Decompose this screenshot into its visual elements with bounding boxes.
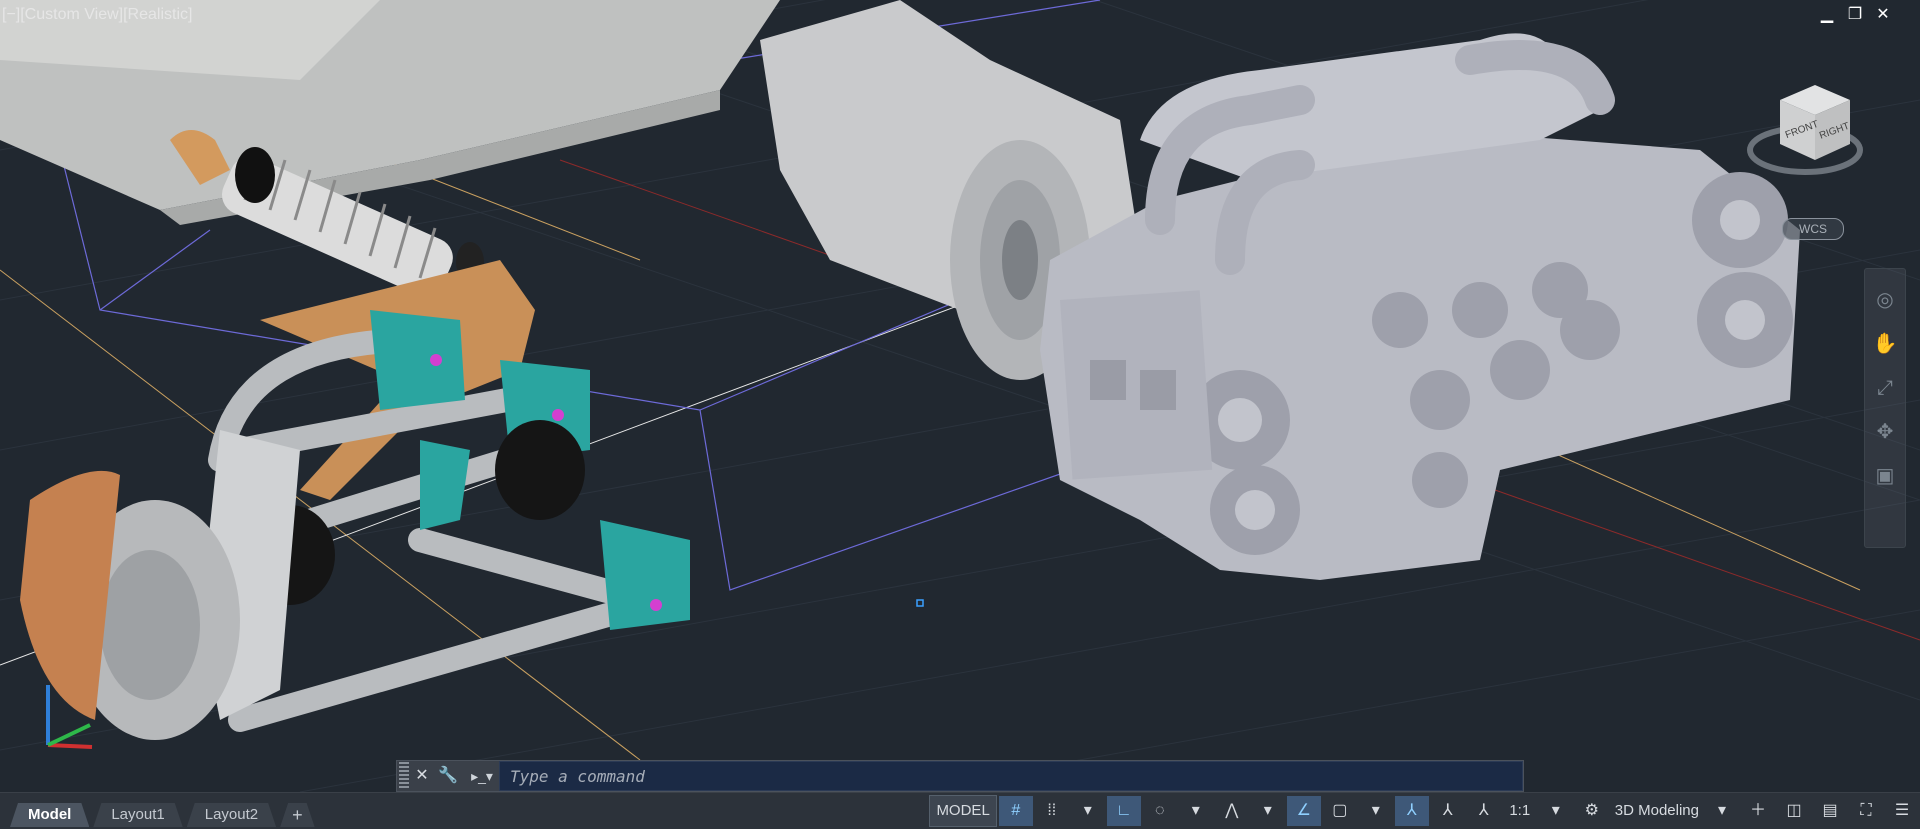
orbit-icon[interactable]: ✥ <box>1872 419 1898 445</box>
command-line: ✕ 🔧 ▸_▾ <box>396 760 1524 792</box>
chevron-down-icon[interactable]: ▾ <box>1071 796 1105 826</box>
annotation-scale-icon[interactable]: ⅄ <box>1467 796 1501 826</box>
restore-icon[interactable]: ❐ <box>1846 6 1864 24</box>
status-bar: Model Layout1 Layout2 + MODEL # ⁞⁞ ▾ ∟ ◌… <box>0 792 1920 829</box>
tab-layout1[interactable]: Layout1 <box>93 803 182 827</box>
viewport-controls[interactable]: [−] [Custom View] [Realistic] <box>2 6 192 24</box>
chevron-down-icon[interactable]: ▾ <box>1251 796 1285 826</box>
recent-commands-icon[interactable]: ▸_▾ <box>465 765 499 787</box>
grid-icon[interactable]: # <box>998 796 1033 826</box>
showmotion-icon[interactable]: ▣ <box>1872 463 1898 489</box>
hardware-acceleration-icon[interactable]: ▤ <box>1813 796 1847 826</box>
pan-icon[interactable]: ✋ <box>1872 331 1898 357</box>
viewport-menu[interactable]: [−] <box>2 6 20 24</box>
layout-tabs: Model Layout1 Layout2 + <box>10 797 319 827</box>
tab-layout2[interactable]: Layout2 <box>187 803 276 827</box>
isolate-objects-icon[interactable]: ◫ <box>1777 796 1811 826</box>
close-icon[interactable]: ✕ <box>1874 6 1892 24</box>
wcs-menu[interactable]: WCS <box>1782 218 1844 240</box>
close-icon[interactable]: ✕ <box>409 762 435 790</box>
fullscreen-icon[interactable]: ⛶ <box>1849 796 1883 826</box>
command-line-grip[interactable] <box>399 762 409 790</box>
autoscale-icon[interactable]: ⅄ <box>1431 796 1465 826</box>
visual-style[interactable]: [Realistic] <box>123 6 192 24</box>
zoom-icon[interactable]: ⤢ <box>1872 375 1898 401</box>
chevron-down-icon[interactable]: ▾ <box>1705 796 1739 826</box>
customize-icon[interactable]: 🔧 <box>435 762 461 790</box>
isodraft-icon[interactable]: ⋀ <box>1215 796 1249 826</box>
annotation-scale-value[interactable]: 1:1 <box>1503 796 1537 826</box>
window-controls: ▁ ❐ ✕ <box>1818 6 1892 24</box>
tab-model[interactable]: Model <box>10 803 89 827</box>
osnap-icon[interactable]: ▢ <box>1323 796 1357 826</box>
ortho-icon[interactable]: ∟ <box>1106 796 1141 826</box>
command-input[interactable] <box>499 761 1523 791</box>
annotation-visibility-icon[interactable]: ⅄ <box>1394 796 1429 826</box>
gear-icon[interactable]: ⚙ <box>1575 796 1609 826</box>
chevron-down-icon[interactable]: ▾ <box>1359 796 1393 826</box>
chevron-down-icon[interactable]: ▾ <box>1539 796 1573 826</box>
view-name[interactable]: [Custom View] <box>20 6 123 24</box>
steering-wheel-icon[interactable]: ◎ <box>1872 287 1898 313</box>
ucs-icon <box>46 685 93 749</box>
add-layout-button[interactable]: + <box>280 803 315 827</box>
model-viewport[interactable]: [−] [Custom View] [Realistic] ▁ ❐ ✕ FRON… <box>0 0 1920 792</box>
model-space-toggle[interactable]: MODEL <box>929 795 997 827</box>
minimize-icon[interactable]: ▁ <box>1818 6 1836 24</box>
polar-icon[interactable]: ◌ <box>1143 796 1177 826</box>
snap-icon[interactable]: ⁞⁞ <box>1035 796 1069 826</box>
navigation-bar: ◎ ✋ ⤢ ✥ ▣ <box>1864 268 1906 548</box>
viewcube[interactable]: FRONT RIGHT <box>1745 80 1865 190</box>
scene-drawing <box>0 0 1920 792</box>
osnap-tracking-icon[interactable]: ∠ <box>1286 796 1321 826</box>
plus-icon[interactable]: ＋ <box>1741 796 1775 826</box>
status-tools: MODEL # ⁞⁞ ▾ ∟ ◌ ▾ ⋀ ▾ ∠ ▢ ▾ ⅄ ⅄ ⅄ 1:1 ▾… <box>928 793 1920 829</box>
workspace-switcher[interactable]: 3D Modeling <box>1611 796 1703 826</box>
menu-icon[interactable]: ☰ <box>1885 796 1919 826</box>
chevron-down-icon[interactable]: ▾ <box>1179 796 1213 826</box>
